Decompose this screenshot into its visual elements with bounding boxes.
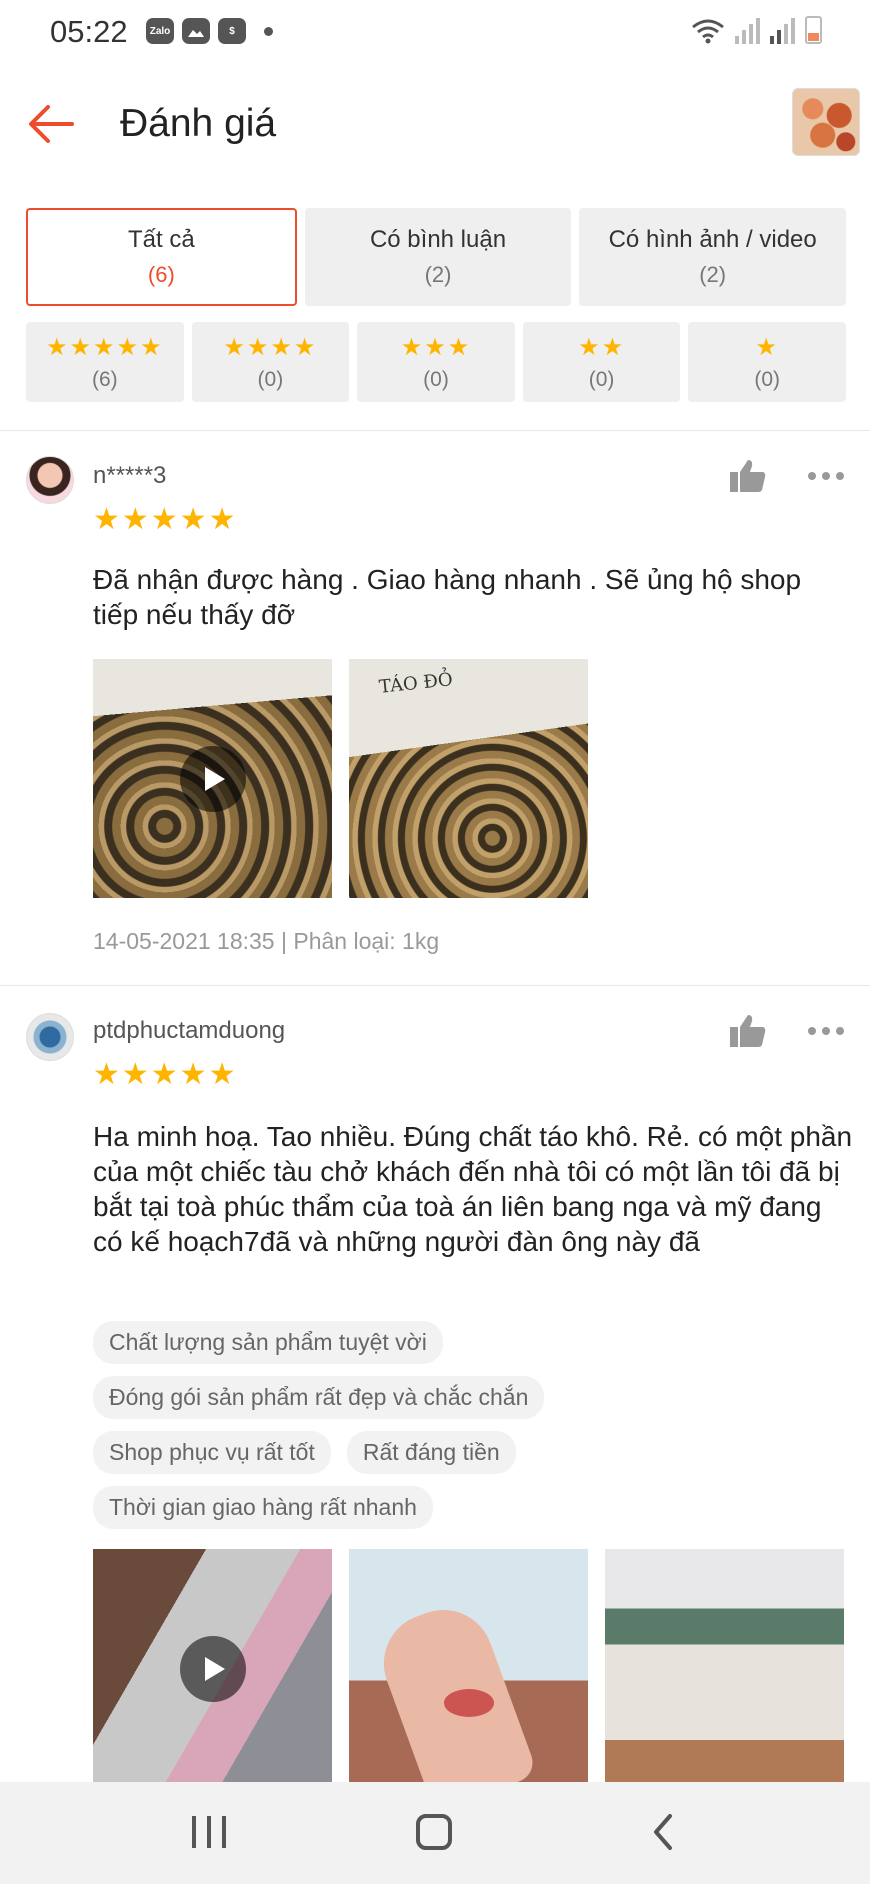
filter-count: (0) — [588, 367, 615, 391]
rating-stars: ★★★★★ — [93, 1058, 238, 1091]
filter-3-stars[interactable]: ★★★ (0) — [357, 322, 515, 402]
thumbs-up-icon[interactable] — [728, 458, 768, 494]
more-options-icon[interactable] — [808, 1025, 848, 1037]
tab-count: (2) — [699, 262, 727, 287]
recent-apps-icon[interactable] — [192, 1816, 226, 1848]
review-tag: Chất lượng sản phẩm tuyệt vời — [93, 1321, 443, 1364]
filter-count: (0) — [257, 367, 284, 391]
review-photo[interactable]: TÁO ĐỎ — [349, 659, 588, 898]
username: ptdphuctamduong — [93, 1017, 286, 1044]
header: Đánh giá — [0, 66, 870, 181]
tab-label: Có hình ảnh / video — [608, 226, 817, 253]
more-notifications-dot — [264, 26, 273, 36]
review-tag: Rất đáng tiền — [346, 1431, 516, 1474]
avatar[interactable] — [26, 456, 74, 504]
avatar[interactable] — [26, 1013, 74, 1061]
review-photo[interactable] — [349, 1549, 588, 1788]
system-icons — [691, 16, 822, 44]
filter-4-stars[interactable]: ★★★★ (0) — [191, 322, 350, 402]
tab-with-comments[interactable]: Có bình luận (2) — [304, 208, 572, 306]
tab-label: Có bình luận — [369, 226, 507, 253]
username: n*****3 — [93, 462, 167, 489]
filter-count: (6) — [91, 367, 118, 391]
review-item: ptdphuctamduong ★★★★★ Ha minh hoạ. Tao n… — [0, 985, 870, 1788]
tab-label: Tất cả — [127, 226, 195, 253]
star-icon: ★★★★★ — [46, 333, 164, 361]
zalo-icon: Zalo — [146, 18, 174, 44]
lip-swatch-image — [444, 1689, 494, 1717]
review-tag: Đóng gói sản phẩm rất đẹp và chắc chắn — [93, 1376, 545, 1419]
arrow-left-icon[interactable] — [26, 102, 76, 146]
review-tag: Thời gian giao hàng rất nhanh — [93, 1486, 433, 1529]
filter-count: (0) — [754, 367, 780, 391]
signal-1-icon — [735, 18, 760, 44]
thumbs-up-icon[interactable] — [728, 1013, 768, 1049]
review-tags: Chất lượng sản phẩm tuyệt vời Đóng gói s… — [93, 1321, 793, 1529]
status-time: 05:22 — [50, 14, 128, 49]
filter-2-stars[interactable]: ★★ (0) — [522, 322, 681, 402]
tab-all[interactable]: Tất cả (6) — [26, 208, 297, 306]
product-label-text: TÁO ĐỎ — [378, 669, 454, 698]
review-media — [93, 1549, 844, 1788]
product-thumbnail[interactable] — [792, 88, 860, 156]
rating-stars: ★★★★★ — [93, 503, 238, 536]
system-navigation-bar — [0, 1782, 870, 1884]
review-filter-tabs: Tất cả (6) Có bình luận (2) Có hình ảnh … — [26, 208, 847, 306]
star-icon: ★★★ — [400, 333, 472, 361]
page-title: Đánh giá — [120, 102, 277, 145]
review-meta: 14-05-2021 18:35 | Phân loại: 1kg — [93, 928, 440, 954]
filter-count: (0) — [423, 367, 449, 391]
star-icon: ★★ — [578, 333, 626, 361]
review-item: n*****3 ★★★★★ Đã nhận được hàng . Giao h… — [0, 430, 870, 984]
tab-count: (6) — [147, 262, 175, 287]
back-icon[interactable] — [648, 1812, 678, 1852]
tab-count: (2) — [424, 262, 452, 287]
star-icon: ★ — [755, 333, 779, 361]
review-video-thumbnail[interactable] — [93, 1549, 332, 1788]
play-icon[interactable] — [179, 1635, 246, 1702]
review-media: TÁO ĐỎ — [93, 659, 588, 898]
review-text: Đã nhận được hàng . Giao hàng nhanh . Sẽ… — [93, 564, 802, 630]
notification-icons: Zalo $ — [146, 18, 273, 44]
home-icon[interactable] — [416, 1814, 452, 1850]
filter-1-star[interactable]: ★ (0) — [688, 322, 846, 402]
review-text: Ha minh hoạ. Tao nhiều. Đúng chất táo kh… — [93, 1121, 853, 1257]
review-photo[interactable] — [605, 1549, 844, 1788]
gallery-icon — [182, 18, 210, 44]
shield-dollar-icon: $ — [218, 18, 246, 44]
tab-with-media[interactable]: Có hình ảnh / video (2) — [579, 208, 847, 306]
play-icon[interactable] — [179, 745, 246, 812]
star-filter-row: ★★★★★ (6) ★★★★ (0) ★★★ (0) ★★ (0) ★ (0) — [26, 322, 846, 402]
battery-icon — [805, 16, 822, 44]
star-icon: ★★★★ — [223, 333, 318, 361]
status-bar: 05:22 Zalo $ — [0, 0, 870, 66]
filter-5-stars[interactable]: ★★★★★ (6) — [26, 322, 184, 402]
signal-2-icon — [770, 18, 795, 44]
wifi-icon — [692, 19, 724, 44]
review-video-thumbnail[interactable] — [93, 659, 332, 898]
more-options-icon[interactable] — [808, 470, 848, 482]
review-tag: Shop phục vụ rất tốt — [93, 1431, 331, 1474]
